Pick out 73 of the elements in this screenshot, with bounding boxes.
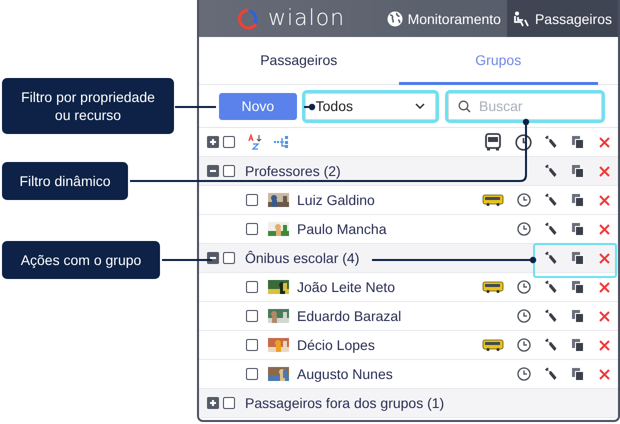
- delete-icon[interactable]: [599, 282, 610, 292]
- settings-icon[interactable]: [544, 251, 557, 265]
- bus-icon: [482, 339, 504, 351]
- passenger-name[interactable]: Paulo Mancha: [289, 221, 476, 237]
- passenger-name[interactable]: João Leite Neto: [289, 279, 476, 295]
- bus-icon: [482, 281, 504, 293]
- checkbox[interactable]: [246, 281, 258, 293]
- delete-icon[interactable]: [599, 310, 610, 322]
- settings-icon[interactable]: [544, 135, 557, 149]
- clock-icon[interactable]: [516, 367, 530, 381]
- logo-text: wialon: [268, 6, 346, 31]
- copy-icon[interactable]: [572, 194, 584, 206]
- settings-icon[interactable]: [544, 222, 557, 236]
- nav-tab[interactable]: Passageiros: [506, 0, 618, 37]
- new-button[interactable]: Novo: [219, 92, 297, 120]
- seat-icon: [512, 10, 530, 26]
- passenger-name[interactable]: Eduardo Barazal: [289, 308, 476, 324]
- logo-icon: [237, 8, 259, 30]
- passenger-name[interactable]: Luiz Galdino: [289, 192, 476, 208]
- chevron-down-icon: [415, 103, 425, 109]
- collapse-icon[interactable]: [207, 252, 219, 264]
- checkbox[interactable]: [223, 165, 235, 177]
- copy-icon[interactable]: [572, 338, 584, 352]
- delete-icon[interactable]: [599, 368, 610, 380]
- delete-icon[interactable]: [599, 252, 610, 264]
- clock-icon[interactable]: [515, 134, 532, 150]
- checkbox[interactable]: [246, 310, 258, 322]
- passenger-name[interactable]: Décio Lopes: [289, 337, 476, 353]
- settings-icon[interactable]: [544, 309, 557, 323]
- hierarchy-icon[interactable]: [274, 135, 290, 149]
- copy-icon[interactable]: [572, 280, 584, 294]
- delete-icon[interactable]: [599, 224, 610, 234]
- settings-icon[interactable]: [544, 367, 557, 381]
- clock-icon[interactable]: [516, 338, 530, 352]
- copy-icon[interactable]: [572, 252, 584, 264]
- checkbox[interactable]: [246, 368, 258, 380]
- delete-icon[interactable]: [599, 340, 610, 350]
- settings-icon[interactable]: [544, 280, 557, 294]
- checkbox[interactable]: [223, 136, 235, 148]
- checkbox[interactable]: [246, 339, 258, 351]
- settings-icon[interactable]: [544, 193, 557, 207]
- sort-icon[interactable]: [248, 134, 262, 150]
- checkbox[interactable]: [223, 252, 235, 264]
- clock-icon[interactable]: [516, 309, 530, 323]
- copy-icon[interactable]: [572, 164, 584, 178]
- copy-icon[interactable]: [572, 368, 584, 380]
- nav-tab[interactable]: Monitoramento: [380, 0, 507, 37]
- expand-icon[interactable]: [207, 136, 219, 148]
- passenger-name[interactable]: Augusto Nunes: [289, 366, 476, 382]
- settings-icon[interactable]: [544, 338, 557, 352]
- delete-icon[interactable]: [599, 136, 610, 148]
- collapse-icon[interactable]: [207, 165, 219, 177]
- bus-icon[interactable]: [484, 133, 502, 151]
- callout-label: Filtro dinâmico: [2, 162, 128, 200]
- settings-icon[interactable]: [544, 164, 557, 178]
- callout-label: Filtro por propriedade ou recurso: [2, 78, 174, 134]
- globe-icon: [386, 10, 403, 26]
- copy-icon[interactable]: [572, 222, 584, 236]
- search-icon: [458, 100, 471, 112]
- callout-label: Ações com o grupo: [2, 241, 160, 279]
- copy-icon[interactable]: [572, 136, 584, 148]
- clock-icon[interactable]: [516, 280, 530, 294]
- clock-icon[interactable]: [516, 222, 530, 236]
- delete-icon[interactable]: [599, 166, 610, 176]
- expand-icon[interactable]: [207, 397, 219, 409]
- tab[interactable]: Passageiros: [199, 37, 398, 85]
- bus-icon: [482, 194, 504, 206]
- clock-icon[interactable]: [516, 193, 530, 207]
- checkbox[interactable]: [246, 223, 258, 235]
- checkbox[interactable]: [246, 194, 258, 206]
- checkbox[interactable]: [223, 397, 235, 409]
- copy-icon[interactable]: [572, 310, 584, 322]
- delete-icon[interactable]: [599, 194, 610, 206]
